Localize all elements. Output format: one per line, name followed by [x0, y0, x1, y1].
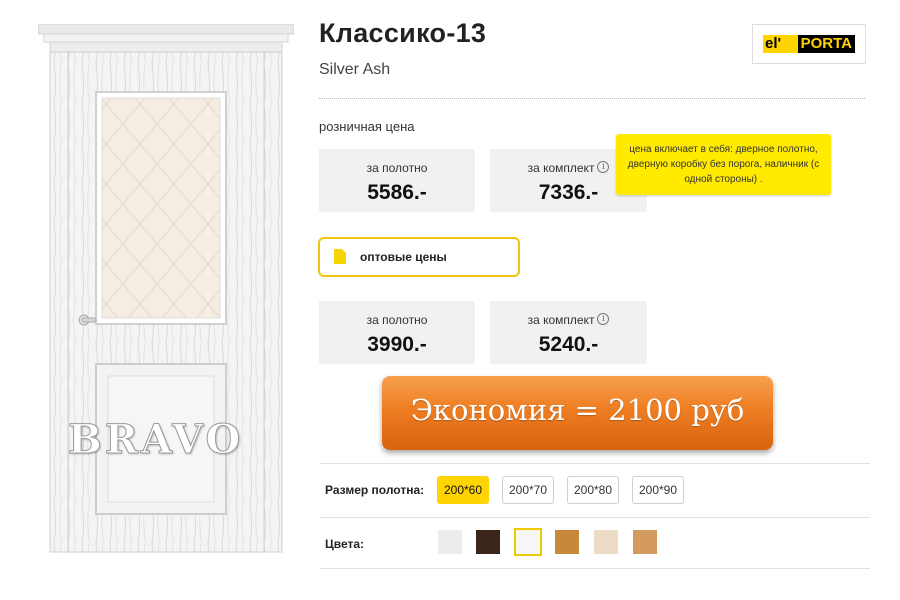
wholesale-blade-price: 3990.-: [367, 333, 427, 356]
size-option-200x90[interactable]: 200*90: [632, 476, 684, 504]
product-subtitle: Silver Ash: [319, 61, 391, 78]
retail-price-label: розничная цена: [319, 119, 415, 134]
retail-blade-label: за полотно: [366, 161, 428, 175]
savings-banner: Экономия = 2100 руб: [382, 376, 773, 450]
divider: [319, 98, 865, 99]
door-image: BRAVO: [37, 23, 295, 554]
color-swatch[interactable]: [476, 530, 500, 554]
wholesale-blade-price-box: за полотно 3990.-: [319, 301, 475, 364]
wholesale-set-price-box: за комплект i 5240.-: [490, 301, 647, 364]
colors-label: Цвета:: [325, 537, 365, 551]
wholesale-set-price: 5240.-: [538, 333, 599, 356]
size-option-200x60[interactable]: 200*60: [437, 476, 489, 504]
color-swatch-selected[interactable]: [514, 528, 542, 556]
watermark-text: BRAVO: [67, 416, 244, 464]
divider: [320, 463, 870, 464]
retail-blade-price: 5586.-: [367, 181, 427, 204]
color-swatch[interactable]: [555, 530, 579, 554]
size-label: Размер полотна:: [325, 483, 425, 497]
product-title: Классико-13: [319, 18, 487, 48]
brand-logo: el' PORTA: [752, 24, 866, 64]
retail-blade-price-box: за полотно 5586.-: [319, 149, 475, 212]
size-option-200x80[interactable]: 200*80: [567, 476, 619, 504]
document-icon: [334, 249, 346, 264]
color-swatch[interactable]: [633, 530, 657, 554]
divider: [320, 568, 870, 569]
brand-logo-part1: el': [765, 35, 782, 52]
color-swatch[interactable]: [438, 530, 462, 554]
retail-set-label: за комплект: [527, 161, 595, 175]
size-option-200x70[interactable]: 200*70: [502, 476, 554, 504]
wholesale-blade-label: за полотно: [366, 313, 428, 327]
tooltip-text: цена включает в себя: дверное полотно, д…: [627, 144, 820, 185]
color-swatch[interactable]: [594, 530, 618, 554]
brand-logo-part2: PORTA: [797, 35, 855, 53]
wholesale-prices-label: оптовые цены: [360, 250, 447, 264]
price-info-tooltip: цена включает в себя: дверное полотно, д…: [616, 134, 831, 195]
wholesale-set-label: за комплект: [527, 313, 595, 327]
wholesale-prices-button[interactable]: оптовые цены: [318, 237, 520, 277]
info-icon[interactable]: i: [597, 313, 610, 325]
info-icon[interactable]: i: [597, 161, 610, 173]
divider: [320, 517, 870, 518]
savings-text: Экономия = 2100 руб: [410, 393, 745, 427]
